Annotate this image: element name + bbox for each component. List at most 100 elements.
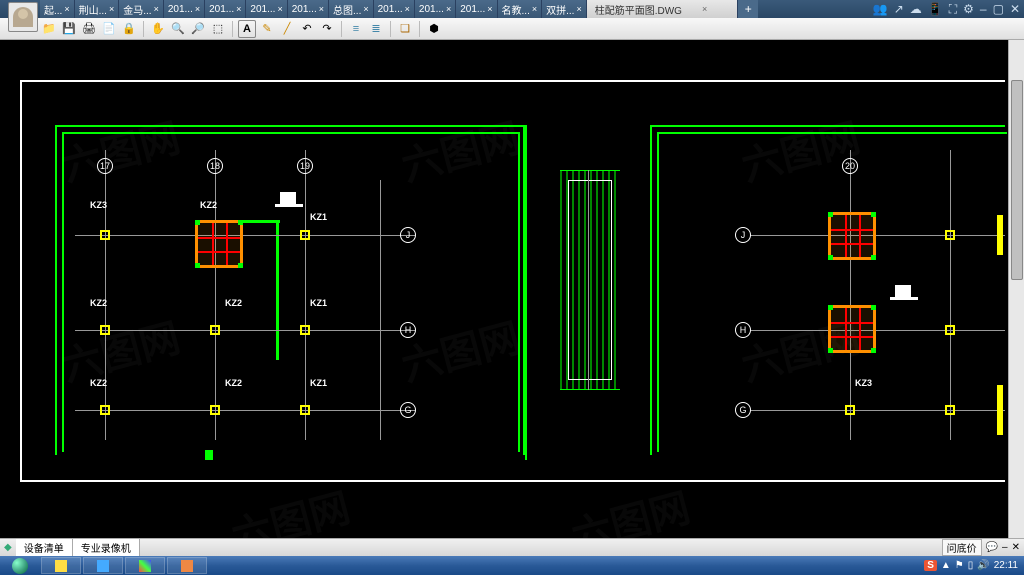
separator (419, 21, 420, 37)
scrollbar-thumb[interactable] (1011, 80, 1023, 280)
detail-symbol (280, 192, 296, 204)
taskbar-app-1[interactable] (41, 557, 81, 574)
share-icon[interactable]: ↗ (894, 2, 904, 16)
gridline-v (950, 150, 951, 440)
column-label: KZ2 (90, 298, 107, 308)
start-button[interactable] (0, 556, 40, 575)
chat-icon[interactable]: 💬 (986, 542, 998, 553)
pen-button[interactable]: ✎ (258, 20, 276, 38)
save-button[interactable]: 💾 (60, 20, 78, 38)
sheet-tab-2[interactable]: 专业录像机 (73, 539, 140, 556)
grid-bubble: G (400, 402, 416, 418)
zoom-out-button[interactable]: 🔎 (189, 20, 207, 38)
sheet-tab-1[interactable]: 设备清单 (16, 539, 73, 556)
line-button[interactable]: ╱ (278, 20, 296, 38)
grid-bubble: G (735, 402, 751, 418)
tab-7[interactable]: 总图...× (329, 0, 374, 18)
tab-close-icon[interactable]: × (64, 4, 69, 14)
layer2-button[interactable]: ≣ (367, 20, 385, 38)
cloud-icon[interactable]: ☁ (910, 2, 922, 16)
tab-4[interactable]: 201...× (205, 0, 246, 18)
tab-close-icon[interactable]: × (576, 4, 581, 14)
pdf-button[interactable]: 📄 (100, 20, 118, 38)
green-line (657, 132, 659, 452)
tab-close-icon[interactable]: × (236, 4, 241, 14)
price-button[interactable]: 问底价 (942, 539, 982, 556)
layer1-button[interactable]: ≡ (347, 20, 365, 38)
taskbar-app-4[interactable] (167, 557, 207, 574)
gridline-v (215, 150, 216, 440)
minimize-icon[interactable]: – (980, 2, 987, 16)
tab-2[interactable]: 金马...× (119, 0, 164, 18)
ime-icon[interactable]: S (924, 560, 937, 571)
print-button[interactable]: 🖨 (80, 20, 98, 38)
maximize-icon[interactable]: ▢ (993, 2, 1004, 16)
close-icon[interactable]: ✕ (1010, 2, 1020, 16)
fullscreen-icon[interactable]: ⛶ (949, 2, 957, 17)
tab-close-icon[interactable]: × (109, 4, 114, 14)
tab-close-icon[interactable]: × (405, 4, 410, 14)
tab-10[interactable]: 201...× (456, 0, 497, 18)
zoom-in-button[interactable]: 🔍 (169, 20, 187, 38)
gear-icon[interactable]: ⚙ (963, 2, 974, 16)
clock[interactable]: 22:11 (994, 560, 1018, 571)
detail-symbol (895, 285, 911, 297)
tab-9[interactable]: 201...× (415, 0, 456, 18)
tab-close-icon[interactable]: × (702, 4, 707, 14)
users-icon[interactable]: 👥 (873, 2, 888, 16)
column-label: KZ2 (225, 378, 242, 388)
green-line (205, 450, 213, 460)
tab-active[interactable]: 柱配筋平面图.DWG× (587, 0, 738, 18)
tab-close-icon[interactable]: × (195, 4, 200, 14)
tab-8[interactable]: 201...× (374, 0, 415, 18)
volume-icon[interactable]: 🔊 (977, 560, 989, 571)
add-tab-button[interactable]: + (738, 0, 758, 18)
lock-button[interactable]: 🔒 (120, 20, 138, 38)
separator (390, 21, 391, 37)
panel-min-icon[interactable]: – (1002, 542, 1008, 553)
tab-5[interactable]: 201...× (246, 0, 287, 18)
pan-button[interactable]: ✋ (149, 20, 167, 38)
open-button[interactable]: 📁 (40, 20, 58, 38)
tab-6[interactable]: 201...× (288, 0, 329, 18)
tray-up-icon[interactable]: ▲ (941, 560, 951, 571)
title-right-icons: 👥 ↗ ☁ 📱 ⛶ ⚙ – ▢ ✕ (873, 2, 1024, 17)
tab-close-icon[interactable]: × (363, 4, 368, 14)
windows-taskbar: S ▲ ⚑ ▯ 🔊 22:11 (0, 556, 1024, 575)
tab-close-icon[interactable]: × (532, 4, 537, 14)
network-icon[interactable]: ▯ (968, 560, 974, 571)
flag-icon[interactable]: ⚑ (955, 560, 964, 571)
tab-close-icon[interactable]: × (154, 4, 159, 14)
tab-close-icon[interactable]: × (277, 4, 282, 14)
tab-3[interactable]: 201...× (164, 0, 205, 18)
column-node (210, 405, 220, 415)
gridline-v (305, 150, 306, 440)
properties-button[interactable]: ⬢ (425, 20, 443, 38)
tab-close-icon[interactable]: × (319, 4, 324, 14)
tab-close-icon[interactable]: × (487, 4, 492, 14)
tab-close-icon[interactable]: × (446, 4, 451, 14)
avatar-icon (13, 7, 33, 27)
gridline-h (750, 235, 1005, 236)
taskbar-app-3[interactable] (125, 557, 165, 574)
tab-11[interactable]: 名教...× (498, 0, 543, 18)
gridline-v (850, 150, 851, 440)
user-avatar[interactable] (8, 2, 38, 32)
layers-button[interactable]: ❏ (396, 20, 414, 38)
tab-12[interactable]: 双拼...× (542, 0, 587, 18)
tab-1[interactable]: 荆山...× (75, 0, 120, 18)
vertical-scrollbar[interactable] (1008, 40, 1024, 538)
redo-button[interactable]: ↷ (318, 20, 336, 38)
taskbar-app-2[interactable] (83, 557, 123, 574)
text-button[interactable]: A (238, 20, 256, 38)
undo-button[interactable]: ↶ (298, 20, 316, 38)
column-label: KZ1 (310, 378, 327, 388)
panel-close-icon[interactable]: ✕ (1012, 542, 1020, 553)
gridline-h (75, 410, 415, 411)
gridline-v (105, 150, 106, 440)
tab-0[interactable]: 起...× (40, 0, 75, 18)
mobile-icon[interactable]: 📱 (928, 2, 943, 16)
zoom-fit-button[interactable]: ⬚ (209, 20, 227, 38)
main-toolbar: 📁 💾 🖨 📄 🔒 ✋ 🔍 🔎 ⬚ A ✎ ╱ ↶ ↷ ≡ ≣ ❏ ⬢ (0, 18, 1024, 40)
cad-viewport[interactable]: 六图网 六图网 六图网 六图网 六图网 六图网 六图网 六图网 17 18 19… (0, 40, 1024, 538)
